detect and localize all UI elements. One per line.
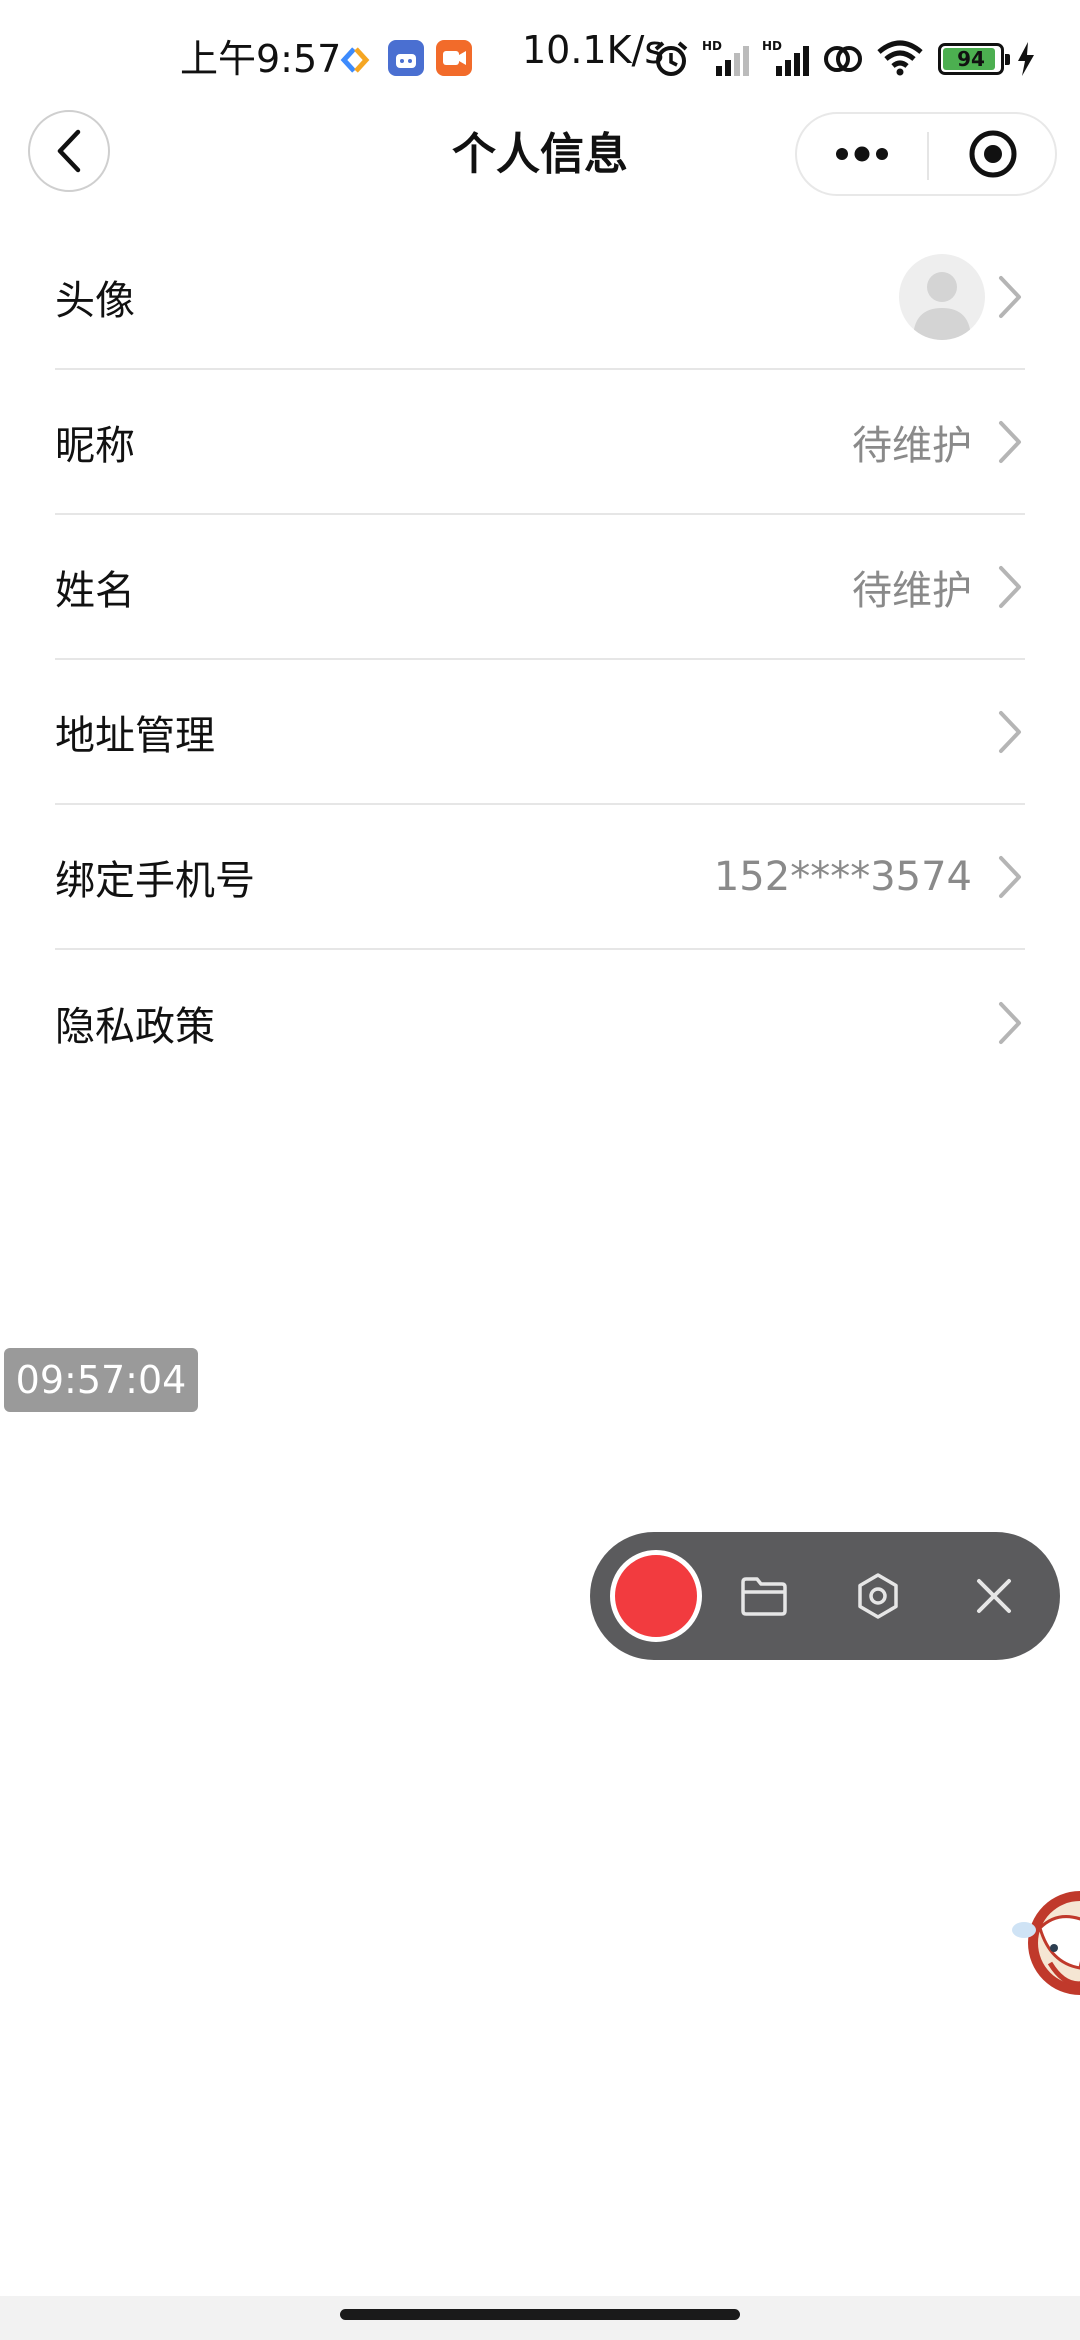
- list-item-name[interactable]: 姓名 待维护: [55, 515, 1025, 660]
- nav-header: 个人信息: [0, 110, 1080, 200]
- folder-button[interactable]: [732, 1564, 796, 1628]
- screen-recorder-toolbar: [590, 1532, 1060, 1660]
- svg-text:HD: HD: [702, 39, 722, 53]
- list-item-address[interactable]: 地址管理: [55, 660, 1025, 805]
- status-bar: 上午9:57 10.1K/s HD HD 94: [0, 0, 1080, 110]
- row-label: 头像: [55, 277, 135, 324]
- row-value: 待维护: [852, 567, 972, 614]
- recording-timestamp: 09:57:04: [4, 1348, 198, 1412]
- link-icon: [824, 46, 862, 72]
- recorder-close-button[interactable]: [962, 1564, 1026, 1628]
- list-item-nickname[interactable]: 昵称 待维护: [55, 370, 1025, 515]
- chevron-right-icon: [999, 275, 1021, 318]
- mini-program-capsule: [795, 112, 1057, 196]
- profile-page: 上午9:57 10.1K/s HD HD 94 个人信息 头像 昵称 待维护 姓…: [0, 0, 1080, 2340]
- more-button[interactable]: [797, 114, 927, 194]
- record-button[interactable]: [610, 1550, 702, 1642]
- signal-hd-icon: HD: [762, 39, 809, 76]
- row-label: 姓名: [55, 567, 135, 614]
- chevron-right-icon: [999, 420, 1021, 463]
- video-app-icon: [436, 40, 472, 76]
- network-speed: 10.1K/s: [522, 28, 665, 72]
- signal-hd-icon: HD: [702, 39, 749, 76]
- folder-icon: [741, 1577, 787, 1616]
- recorder-settings-button[interactable]: [846, 1564, 910, 1628]
- close-icon: [977, 1579, 1011, 1613]
- row-label: 昵称: [55, 422, 135, 469]
- mascot-icon: [1012, 1891, 1080, 1995]
- avatar: [899, 253, 985, 340]
- robot-app-icon: [388, 40, 424, 76]
- row-value: 待维护: [852, 422, 972, 469]
- floating-mascot[interactable]: [1010, 1868, 1080, 2018]
- more-dots-icon: [836, 146, 888, 162]
- list-item-avatar[interactable]: 头像: [55, 225, 1025, 370]
- chevron-right-icon: [999, 855, 1021, 898]
- target-icon: [969, 130, 1017, 178]
- chevron-right-icon: [999, 1001, 1021, 1044]
- list-item-phone[interactable]: 绑定手机号 152****3574: [55, 805, 1025, 950]
- default-avatar-icon: [913, 271, 971, 340]
- battery-level: 94: [957, 47, 985, 71]
- status-time: 上午9:57: [180, 37, 342, 81]
- svg-text:HD: HD: [762, 39, 782, 53]
- dev-tool-icon: [340, 47, 370, 73]
- row-label: 隐私政策: [55, 1003, 215, 1050]
- row-label: 地址管理: [55, 712, 215, 759]
- settings-hex-icon: [858, 1573, 898, 1619]
- charging-icon: [1018, 42, 1034, 76]
- profile-list: 头像 昵称 待维护 姓名 待维护 地址管理 绑定手机号 152****3574 …: [0, 225, 1080, 1095]
- home-indicator[interactable]: [340, 2309, 740, 2320]
- chevron-right-icon: [999, 565, 1021, 608]
- chevron-right-icon: [999, 710, 1021, 753]
- battery-icon: 94: [938, 43, 1010, 75]
- close-miniprogram-button[interactable]: [929, 114, 1057, 194]
- list-item-privacy[interactable]: 隐私政策: [55, 950, 1025, 1095]
- row-label: 绑定手机号: [55, 857, 255, 904]
- alarm-icon: [654, 41, 688, 76]
- wifi-icon: [877, 40, 923, 76]
- row-value: 152****3574: [713, 853, 972, 900]
